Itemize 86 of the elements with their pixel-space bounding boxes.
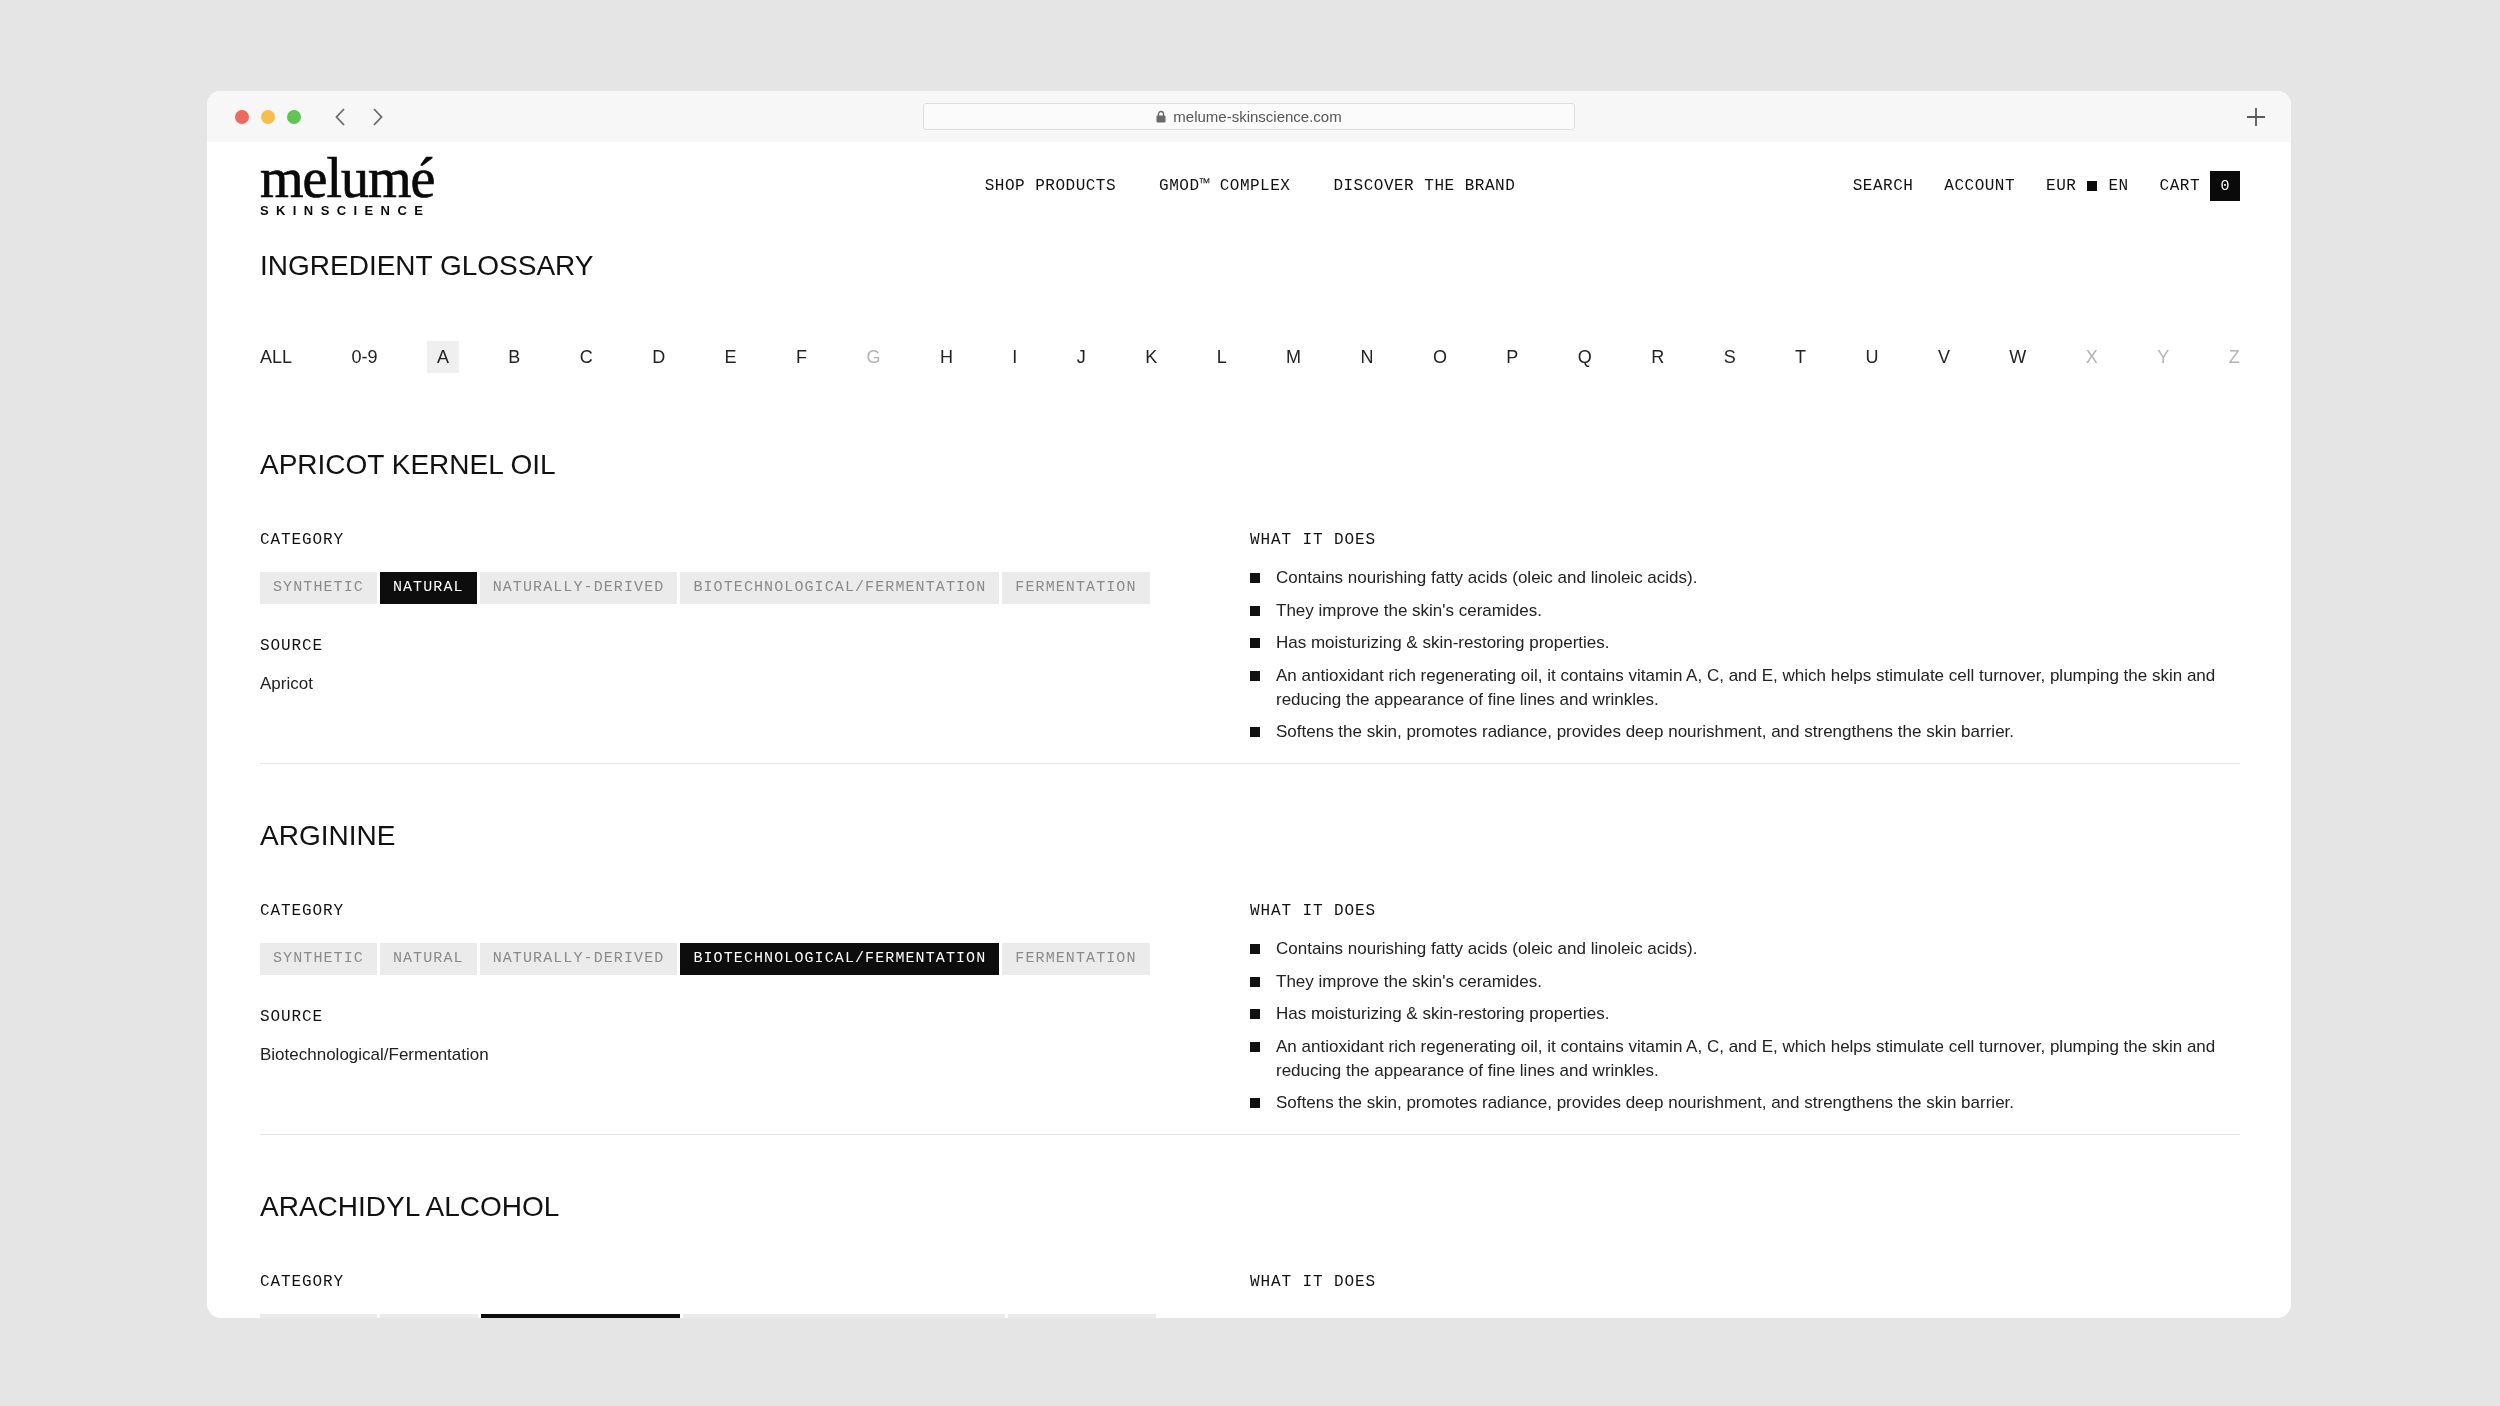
address-field[interactable]: melume-skinscience.com — [923, 103, 1575, 130]
category-tag: NATURAL — [379, 943, 477, 975]
nav-link[interactable]: SHOP PRODUCTS — [984, 177, 1117, 195]
bullet-icon — [1250, 1041, 1260, 1052]
letter-filter[interactable]: Q — [1567, 341, 1602, 373]
letter-filter[interactable]: B — [498, 341, 531, 373]
cart-count[interactable]: 0 — [2210, 171, 2240, 201]
logo-tagline: SKINSCIENCE — [260, 202, 431, 218]
letter-filter[interactable]: O — [1422, 341, 1457, 373]
benefit-text: They improve the skin's ceramides. — [1276, 599, 1542, 622]
letter-filter[interactable]: S — [1713, 341, 1746, 373]
plus-icon[interactable] — [2247, 107, 2265, 126]
letter-filter[interactable]: C — [569, 341, 603, 373]
benefit-text: An antioxidant rich regenerating oil, it contains vitamin A, C, and E, which helps stimulate cell turnover, plumping the skin and reducing the appearance of fine lines and wrinkles. — [1276, 1035, 2217, 1082]
ingredient-name: ARACHIDYL ALCOHOL — [260, 1190, 561, 1224]
square-icon — [2087, 181, 2098, 191]
benefit-text: Has moisturizing & skin-restoring properties. — [1276, 632, 1610, 654]
language-link[interactable]: EN — [2108, 177, 2129, 195]
bullet-icon — [1250, 573, 1260, 583]
category-tag: FERMENTATION — [1002, 943, 1150, 975]
letter-filter[interactable]: U — [1855, 341, 1889, 373]
letter-filter[interactable]: F — [786, 341, 818, 373]
letter-filter[interactable]: W — [1999, 341, 2037, 373]
category-tag: SYNTHETIC — [260, 572, 377, 604]
bullet-icon — [1250, 1098, 1260, 1108]
chevron-left-icon[interactable] — [335, 107, 345, 126]
bullet-icon — [1250, 638, 1260, 648]
category-tag: NATURALLY-DERIVED — [479, 572, 678, 604]
ingredient-name: ARGININE — [260, 819, 397, 853]
chevron-right-icon[interactable] — [373, 107, 383, 126]
letter-filter[interactable]: ALL — [250, 341, 303, 373]
source-heading: SOURCE — [260, 636, 324, 656]
benefit-text: Contains nourishing fatty acids (oleic and linoleic acids). — [1276, 567, 1698, 589]
benefits-heading: WHAT IT DOES — [1250, 1272, 1378, 1292]
benefits-heading: WHAT IT DOES — [1250, 901, 1378, 921]
category-tag: NATURAL — [379, 572, 477, 604]
letter-filter[interactable]: J — [1066, 341, 1096, 373]
source-heading: SOURCE — [260, 1007, 324, 1027]
letter-filter[interactable]: K — [1135, 341, 1168, 373]
lock-icon — [1156, 110, 1167, 123]
letter-filter[interactable]: M — [1276, 341, 1312, 373]
letter-filter[interactable]: R — [1641, 341, 1675, 373]
bullet-icon — [1250, 670, 1260, 681]
category-tag: BIOTECHNOLOGICAL/FERMENTATION — [680, 943, 1000, 975]
bullet-icon — [1250, 605, 1260, 616]
benefit-text: An antioxidant rich regenerating oil, it contains vitamin A, C, and E, which helps stimulate cell turnover, plumping the skin and reducing the appearance of fine lines and wrinkles. — [1276, 664, 2217, 711]
category-heading: CATEGORY — [260, 901, 345, 921]
bullet-icon — [1250, 727, 1260, 737]
bullet-icon — [1250, 976, 1260, 987]
cart-link[interactable]: CART — [2159, 177, 2200, 195]
category-tag: SYNTHETIC — [260, 943, 377, 975]
source-value: Apricot — [260, 673, 314, 695]
nav-link[interactable]: DISCOVER THE BRAND — [1333, 177, 1516, 195]
category-heading: CATEGORY — [260, 530, 345, 550]
letter-filter[interactable]: 0-9 — [341, 341, 388, 373]
ingredient-name: APRICOT KERNEL OIL — [260, 448, 557, 482]
letter-filter[interactable]: N — [1350, 341, 1384, 373]
page-title: INGREDIENT GLOSSARY — [260, 249, 595, 283]
letter-filter[interactable]: D — [642, 341, 676, 373]
letter-filter[interactable]: E — [714, 341, 747, 373]
letter-filter[interactable]: A — [426, 341, 459, 373]
search-link[interactable]: SEARCH — [1852, 177, 1914, 195]
letter-filter[interactable]: H — [929, 341, 963, 373]
account-link[interactable]: ACCOUNT — [1944, 177, 2016, 195]
benefit-text: Contains nourishing fatty acids (oleic and linoleic acids). — [1276, 938, 1698, 960]
letter-filter[interactable]: T — [1785, 341, 1817, 373]
letter-filter[interactable]: V — [1927, 341, 1960, 373]
letter-filter[interactable]: L — [1206, 341, 1237, 373]
category-tag: BIOTECHNOLOGICAL/FERMENTATION — [680, 572, 1000, 604]
source-value: Biotechnological/Fermentation — [260, 1044, 490, 1066]
benefit-text: They improve the skin's ceramides. — [1276, 970, 1542, 993]
letter-filter[interactable]: P — [1496, 341, 1529, 373]
logo-wordmark[interactable]: melumé — [260, 154, 435, 201]
benefit-text: Softens the skin, promotes radiance, provides deep nourishment, and strengthens the skin barrier. — [1276, 1092, 2015, 1114]
category-heading: CATEGORY — [260, 1272, 345, 1292]
bullet-icon — [1250, 1009, 1260, 1019]
letter-filter[interactable]: I — [1002, 341, 1028, 373]
benefit-text: Softens the skin, promotes radiance, provides deep nourishment, and strengthens the skin barrier. — [1276, 721, 2015, 743]
benefit-text: Has moisturizing & skin-restoring properties. — [1276, 1003, 1610, 1025]
nav-link[interactable]: GMOD™ COMPLEX — [1159, 177, 1291, 195]
bullet-icon — [1250, 944, 1260, 954]
traffic-light-icon[interactable] — [235, 109, 249, 124]
category-tag: FERMENTATION — [1002, 572, 1150, 604]
category-tag: NATURALLY-DERIVED — [479, 943, 678, 975]
currency-link[interactable]: EUR — [2046, 177, 2077, 195]
benefits-heading: WHAT IT DOES — [1250, 530, 1378, 550]
